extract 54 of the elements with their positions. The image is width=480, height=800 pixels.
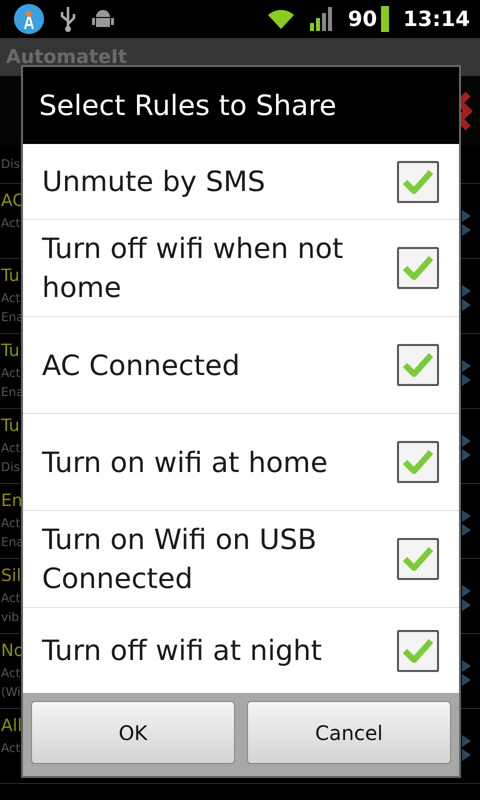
- chevron-icon[interactable]: [462, 583, 472, 613]
- chevron-icon[interactable]: [462, 433, 472, 463]
- rule-name: Sil: [1, 565, 22, 588]
- rule-detail: Act: [1, 290, 20, 307]
- rule-name: En: [1, 490, 23, 513]
- rule-label: Turn off wifi at night: [42, 633, 323, 669]
- rule-detail: Act: [1, 440, 20, 457]
- rule-label: Turn on wifi at home: [42, 444, 329, 480]
- cancel-button[interactable]: Cancel: [247, 701, 451, 764]
- chevron-icon[interactable]: [462, 733, 472, 763]
- rule-detail: Act: [1, 365, 20, 382]
- checkbox[interactable]: [397, 160, 439, 202]
- rule-detail: Act: [1, 515, 20, 532]
- rule-detail: (Wi: [1, 684, 21, 701]
- dialog-title: Select Rules to Share: [39, 89, 337, 122]
- chevron-icon[interactable]: [462, 658, 472, 688]
- rule-option[interactable]: Turn on Wifi on USB Connected: [23, 511, 459, 608]
- rule-option[interactable]: Turn on wifi at home: [23, 414, 459, 511]
- clock: 13:14: [403, 7, 470, 31]
- rule-detail: Act: [1, 740, 20, 757]
- hotspot-icon: [13, 3, 45, 35]
- chevron-icon[interactable]: [462, 208, 472, 238]
- signal-icon: [310, 7, 334, 31]
- wifi-icon: [266, 7, 296, 31]
- rule-detail: Act: [1, 665, 20, 682]
- rule-label: Unmute by SMS: [42, 164, 266, 200]
- rule-detail: Act: [1, 590, 20, 607]
- chevron-icon[interactable]: [462, 358, 472, 388]
- rule-detail: Dis: [1, 156, 20, 172]
- rule-label: Turn off wifi when not home: [42, 231, 344, 306]
- rule-detail: Dis: [1, 459, 20, 476]
- usb-icon: [59, 5, 77, 33]
- checkbox[interactable]: [397, 344, 439, 386]
- rule-detail: vib: [1, 609, 20, 626]
- rule-option[interactable]: Turn off wifi when not home: [23, 220, 459, 317]
- battery-icon: [381, 6, 390, 32]
- chevron-icon[interactable]: [462, 283, 472, 313]
- rule-option[interactable]: AC Connected: [23, 317, 459, 414]
- rule-option[interactable]: Turn off wifi at night: [23, 608, 459, 693]
- rule-name: Tu: [1, 340, 20, 363]
- checkbox[interactable]: [397, 630, 439, 672]
- rule-label: AC Connected: [42, 348, 241, 384]
- chevron-icon[interactable]: [462, 508, 472, 538]
- rule-name: Tu: [1, 265, 20, 288]
- checkbox[interactable]: [397, 441, 439, 483]
- battery-level: 90: [348, 7, 378, 31]
- rule-label: Turn on Wifi on USB Connected: [42, 522, 318, 597]
- ok-button[interactable]: OK: [31, 701, 235, 764]
- rule-name: Tu: [1, 415, 20, 438]
- checkbox[interactable]: [397, 538, 439, 580]
- rule-detail: Act: [1, 215, 20, 232]
- rule-name: All: [1, 715, 22, 738]
- rule-option[interactable]: Unmute by SMS: [23, 144, 459, 220]
- checkbox[interactable]: [397, 247, 439, 289]
